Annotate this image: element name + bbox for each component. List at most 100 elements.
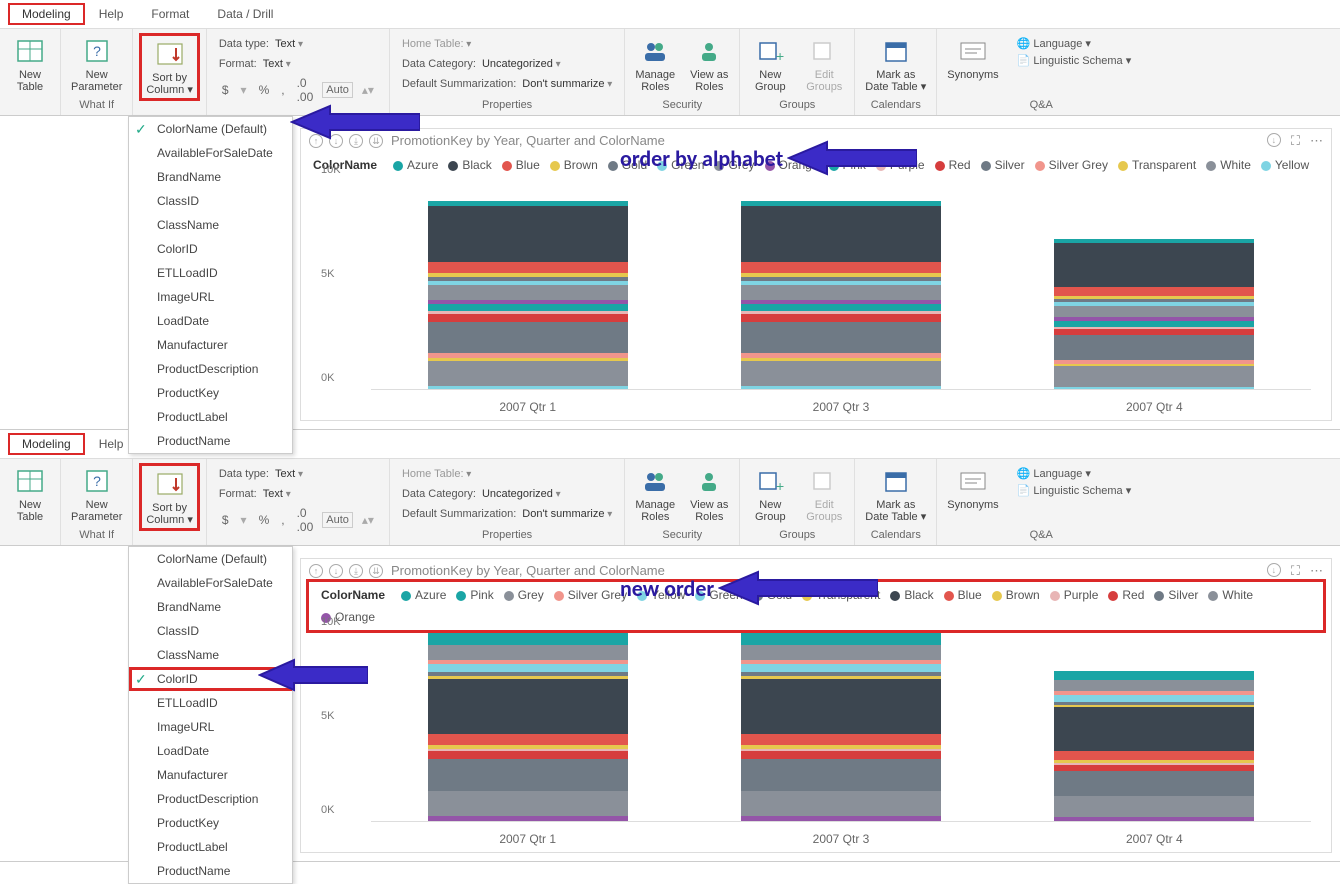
legend-item[interactable]: Silver — [981, 158, 1025, 172]
stacked-bar[interactable] — [428, 633, 628, 821]
new-group-button[interactable]: + NewGroup — [746, 33, 794, 95]
legend-item[interactable]: Azure — [401, 588, 446, 602]
sort-option[interactable]: ProductName — [129, 429, 292, 453]
format-row[interactable]: Format: Text — [219, 55, 377, 73]
new-parameter-button[interactable]: ? NewParameter — [67, 33, 126, 95]
sort-option[interactable]: ProductLabel — [129, 835, 292, 859]
new-table-button[interactable]: NewTable — [6, 33, 54, 95]
new-group-button[interactable]: + NewGroup — [746, 463, 794, 525]
legend-item[interactable]: Black — [890, 588, 933, 602]
data-category-row[interactable]: Data Category: Uncategorized — [402, 485, 612, 503]
manage-roles-button[interactable]: ManageRoles — [631, 463, 679, 525]
focus-icon[interactable]: ⛶ — [1291, 133, 1300, 149]
sort-by-column-button[interactable]: Sort byColumn ▾ — [139, 463, 199, 531]
auto-box[interactable]: Auto — [322, 512, 353, 528]
tab-modeling[interactable]: Modeling — [8, 3, 85, 25]
sort-option[interactable]: ImageURL — [129, 715, 292, 739]
sort-option[interactable]: ProductKey — [129, 381, 292, 405]
home-table-row[interactable]: Home Table: — [402, 465, 612, 483]
spinner-icon[interactable]: ▴▾ — [359, 82, 377, 98]
legend-item[interactable]: Yellow — [1261, 158, 1309, 172]
currency-btn[interactable]: $ — [219, 82, 232, 98]
legend-item[interactable]: Transparent — [1118, 158, 1196, 172]
export-icon[interactable]: ↓ — [1267, 133, 1281, 147]
expand-all-icon[interactable]: ⇊ — [369, 564, 383, 578]
auto-box[interactable]: Auto — [322, 82, 353, 98]
new-table-button[interactable]: NewTable — [6, 463, 54, 525]
tab-modeling[interactable]: Modeling — [8, 433, 85, 455]
decimal-btn[interactable]: .0.00 — [294, 505, 317, 535]
legend-item[interactable]: Purple — [1050, 588, 1099, 602]
sort-option[interactable]: ProductKey — [129, 811, 292, 835]
legend-item[interactable]: Black — [448, 158, 491, 172]
sort-option[interactable]: ImageURL — [129, 285, 292, 309]
legend-item[interactable]: Blue — [944, 588, 982, 602]
legend-item[interactable]: Pink — [456, 588, 493, 602]
more-icon[interactable]: ⋯ — [1310, 563, 1323, 579]
mark-as-date-button[interactable]: Mark asDate Table ▾ — [861, 463, 930, 525]
data-category-row[interactable]: Data Category: Uncategorized — [402, 55, 612, 73]
manage-roles-button[interactable]: ManageRoles — [631, 33, 679, 95]
sort-option[interactable]: ClassName — [129, 213, 292, 237]
stacked-bar[interactable] — [1054, 239, 1254, 389]
mark-as-date-button[interactable]: Mark asDate Table ▾ — [861, 33, 930, 95]
export-icon[interactable]: ↓ — [1267, 563, 1281, 577]
sort-option[interactable]: ProductLabel — [129, 405, 292, 429]
linguistic-schema-menu[interactable]: 📄 Linguistic Schema ▾ — [1017, 54, 1132, 67]
sort-option[interactable]: ClassID — [129, 619, 292, 643]
synonyms-button[interactable]: Synonyms — [943, 33, 1002, 83]
sort-option[interactable]: LoadDate — [129, 309, 292, 333]
summarization-row[interactable]: Default Summarization: Don't summarize — [402, 75, 612, 93]
legend-item[interactable]: Brown — [992, 588, 1040, 602]
view-as-roles-button[interactable]: View asRoles — [685, 33, 733, 95]
tab-help[interactable]: Help — [85, 3, 138, 25]
legend-item[interactable]: Silver Grey — [554, 588, 627, 602]
legend-item[interactable]: Brown — [550, 158, 598, 172]
sort-by-column-button[interactable]: Sort byColumn ▾ — [139, 33, 199, 101]
percent-btn[interactable]: % — [256, 82, 273, 98]
tab-format[interactable]: Format — [137, 3, 203, 25]
language-menu[interactable]: 🌐 Language ▾ — [1017, 37, 1132, 50]
expand-icon[interactable]: ⤓ — [349, 564, 363, 578]
drill-up-icon[interactable]: ↑ — [309, 564, 323, 578]
sort-option[interactable]: ProductDescription — [129, 357, 292, 381]
sort-option[interactable]: Manufacturer — [129, 763, 292, 787]
language-menu[interactable]: 🌐 Language ▾ — [1017, 467, 1132, 480]
sort-option[interactable]: ETLLoadID — [129, 261, 292, 285]
linguistic-schema-menu[interactable]: 📄 Linguistic Schema ▾ — [1017, 484, 1132, 497]
sort-option[interactable]: ETLLoadID — [129, 691, 292, 715]
summarization-row[interactable]: Default Summarization: Don't summarize — [402, 505, 612, 523]
drill-down-icon[interactable]: ↓ — [329, 564, 343, 578]
sort-option[interactable]: BrandName — [129, 165, 292, 189]
stacked-bar[interactable] — [741, 633, 941, 821]
sort-option[interactable]: ColorName (Default) — [129, 547, 292, 571]
synonyms-button[interactable]: Synonyms — [943, 463, 1002, 513]
legend-item[interactable]: Red — [1108, 588, 1144, 602]
legend-item[interactable]: White — [1206, 158, 1251, 172]
sort-option[interactable]: AvailableForSaleDate — [129, 141, 292, 165]
sort-option[interactable]: ColorID — [129, 237, 292, 261]
currency-btn[interactable]: $ — [219, 512, 232, 528]
datatype-row[interactable]: Data type: Text — [219, 465, 377, 483]
legend-item[interactable]: Azure — [393, 158, 438, 172]
sort-option[interactable]: AvailableForSaleDate — [129, 571, 292, 595]
legend-item[interactable]: Grey — [504, 588, 544, 602]
stacked-bar[interactable] — [428, 201, 628, 389]
format-row[interactable]: Format: Text — [219, 485, 377, 503]
chart-plot-b[interactable]: 0K5K10K2007 Qtr 12007 Qtr 32007 Qtr 4 — [301, 630, 1331, 852]
spinner-icon[interactable]: ▴▾ — [359, 512, 377, 528]
new-parameter-button[interactable]: ? NewParameter — [67, 463, 126, 525]
sort-option[interactable]: ProductDescription — [129, 787, 292, 811]
tab-datadrill[interactable]: Data / Drill — [203, 3, 287, 25]
legend-item[interactable]: Blue — [502, 158, 540, 172]
view-as-roles-button[interactable]: View asRoles — [685, 463, 733, 525]
sort-option[interactable]: LoadDate — [129, 739, 292, 763]
focus-icon[interactable]: ⛶ — [1291, 563, 1300, 579]
comma-btn[interactable]: , — [278, 512, 287, 528]
legend-item[interactable]: Silver — [1154, 588, 1198, 602]
home-table-row[interactable]: Home Table: — [402, 35, 612, 53]
stacked-bar[interactable] — [1054, 671, 1254, 821]
sort-option[interactable]: ✓ColorName (Default) — [129, 117, 292, 141]
sort-option[interactable]: BrandName — [129, 595, 292, 619]
legend-item[interactable]: White — [1208, 588, 1253, 602]
